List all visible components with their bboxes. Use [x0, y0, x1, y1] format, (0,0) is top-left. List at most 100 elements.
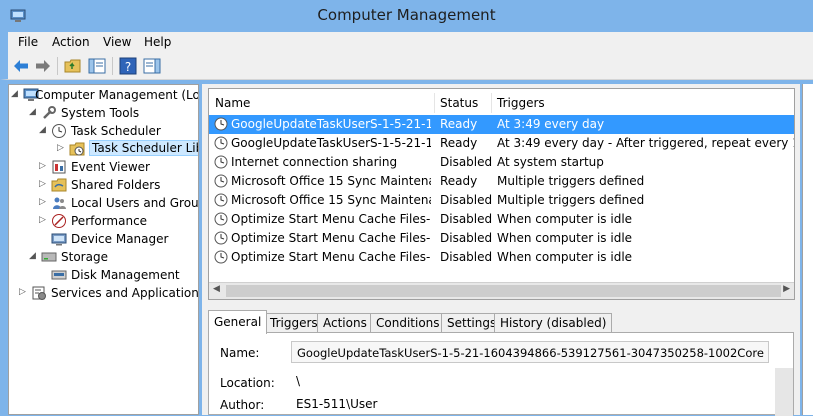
collapse-arrow-icon[interactable]: ◢: [29, 107, 39, 117]
column-divider[interactable]: [491, 93, 492, 113]
task-row[interactable]: Optimize Start Menu Cache Files-S-... Di…: [209, 248, 794, 267]
task-row[interactable]: GoogleUpdateTaskUserS-1-5-21-160... Read…: [209, 134, 794, 153]
tree-item-performance[interactable]: ▷ Performance: [39, 212, 198, 230]
back-arrow-icon[interactable]: [12, 57, 30, 75]
task-triggers: When computer is idle: [497, 212, 633, 226]
forward-arrow-icon[interactable]: [34, 57, 52, 75]
column-header-triggers[interactable]: Triggers: [497, 96, 545, 110]
task-clock-icon: [214, 155, 228, 169]
tree-label: Storage: [61, 250, 108, 264]
storage-icon: [41, 252, 57, 262]
folder-clock-icon: [69, 142, 85, 156]
tree-item-event-viewer[interactable]: ▷ Event Viewer: [39, 158, 198, 176]
tree-item-computer-management[interactable]: ◢ Computer Management (Local: [11, 86, 198, 104]
author-value: ES1-511\User: [296, 397, 378, 411]
task-status: Ready: [440, 117, 478, 131]
tree-item-device-manager[interactable]: Device Manager: [39, 230, 198, 248]
tab-general[interactable]: General: [208, 310, 268, 334]
column-header-status[interactable]: Status: [440, 96, 478, 110]
scrollbar-thumb[interactable]: [226, 285, 781, 297]
show-hide-console-tree-icon[interactable]: [88, 57, 106, 75]
expand-arrow-icon[interactable]: ▷: [39, 197, 49, 207]
title-bar: Computer Management: [0, 0, 813, 32]
expand-arrow-icon[interactable]: ▷: [57, 143, 67, 153]
collapse-arrow-icon[interactable]: ◢: [29, 251, 39, 261]
vertical-scrollbar[interactable]: [775, 368, 793, 416]
task-row[interactable]: Optimize Start Menu Cache Files-S-... Di…: [209, 210, 794, 229]
task-name: Optimize Start Menu Cache Files-S-...: [231, 250, 431, 264]
column-divider[interactable]: [434, 93, 435, 113]
tree-item-disk-management[interactable]: Disk Management: [39, 266, 198, 284]
main-pane: Name Status Triggers GoogleUpdateTaskUse…: [202, 84, 800, 416]
actions-pane[interactable]: [802, 84, 813, 415]
task-row[interactable]: Microsoft Office 15 Sync Maintenan... Di…: [209, 191, 794, 210]
task-row[interactable]: GoogleUpdateTaskUserS-1-5-21-160... Read…: [209, 115, 794, 134]
task-list-header: Name Status Triggers: [209, 93, 794, 113]
help-icon[interactable]: ?: [119, 57, 137, 75]
task-name-field[interactable]: GoogleUpdateTaskUserS-1-5-21-1604394866-…: [291, 341, 769, 363]
location-label: Location:: [220, 376, 275, 390]
tree-item-system-tools[interactable]: ◢ System Tools: [29, 104, 198, 122]
disk-management-icon: [51, 270, 67, 280]
tree-item-local-users-and-groups[interactable]: ▷ Local Users and Groups: [39, 194, 199, 212]
task-clock-icon: [214, 117, 228, 131]
toolbar-separator: [57, 57, 58, 75]
tree-label: Services and Applications: [51, 286, 199, 300]
tree-label: Performance: [71, 214, 148, 228]
tab-history[interactable]: History (disabled): [494, 313, 613, 333]
up-folder-icon[interactable]: [64, 57, 82, 75]
users-icon: [53, 197, 66, 209]
services-icon: [32, 286, 46, 300]
horizontal-scrollbar[interactable]: ◀ ▶: [209, 282, 794, 299]
task-name: Microsoft Office 15 Sync Maintenan...: [231, 174, 431, 188]
task-clock-icon: [214, 174, 228, 188]
task-properties-tabs: General Triggers Actions Conditions Sett…: [208, 310, 800, 334]
tab-triggers[interactable]: Triggers: [264, 313, 324, 333]
scroll-right-icon[interactable]: ▶: [783, 284, 790, 294]
tree-item-shared-folders[interactable]: ▷ Shared Folders: [39, 176, 198, 194]
toolbar-separator: [112, 57, 113, 75]
task-triggers: At 3:49 every day - After triggered, rep…: [497, 136, 794, 150]
tree-label: Disk Management: [71, 268, 180, 282]
task-clock-icon: [214, 193, 228, 207]
expand-arrow-icon[interactable]: ▷: [39, 161, 49, 171]
task-status: Disabled: [440, 193, 493, 207]
tree-label: Local Users and Groups: [71, 196, 199, 210]
task-status: Ready: [440, 174, 478, 188]
menu-view[interactable]: View: [103, 35, 131, 49]
collapse-arrow-icon[interactable]: ◢: [11, 89, 21, 99]
task-name: Microsoft Office 15 Sync Maintenan...: [231, 193, 431, 207]
expand-arrow-icon[interactable]: ▷: [39, 215, 49, 225]
expand-arrow-icon[interactable]: ▷: [19, 287, 29, 297]
tree-label: Task Scheduler: [71, 124, 161, 138]
tree-item-services-and-applications[interactable]: ▷ Services and Applications: [19, 284, 199, 302]
task-clock-icon: [214, 136, 228, 150]
tree-label: Task Scheduler Libra: [89, 140, 198, 156]
scroll-left-icon[interactable]: ◀: [213, 284, 220, 294]
console-tree[interactable]: ◢ Computer Management (Local ◢ System To…: [8, 84, 199, 415]
expand-arrow-icon[interactable]: ▷: [39, 179, 49, 189]
column-header-name[interactable]: Name: [215, 96, 250, 110]
tree-item-storage[interactable]: ◢ Storage: [29, 248, 198, 266]
show-hide-action-pane-icon[interactable]: [143, 57, 161, 75]
name-label: Name:: [220, 346, 260, 360]
menu-action[interactable]: Action: [52, 35, 90, 49]
task-name: Optimize Start Menu Cache Files-S-...: [231, 212, 431, 226]
tree-item-task-scheduler-library[interactable]: ▷ Task Scheduler Libra: [57, 140, 198, 158]
task-list[interactable]: Name Status Triggers GoogleUpdateTaskUse…: [208, 88, 795, 300]
task-row[interactable]: Microsoft Office 15 Sync Maintenan... Re…: [209, 172, 794, 191]
tree-item-task-scheduler[interactable]: ◢ Task Scheduler: [39, 122, 198, 140]
task-row[interactable]: Internet connection sharing Disabled At …: [209, 153, 794, 172]
task-row[interactable]: Optimize Start Menu Cache Files-S-... Di…: [209, 229, 794, 248]
task-status: Ready: [440, 136, 478, 150]
task-status: Disabled: [440, 250, 493, 264]
menu-file[interactable]: File: [18, 35, 38, 49]
tab-conditions[interactable]: Conditions: [370, 313, 446, 333]
tab-actions[interactable]: Actions: [317, 313, 373, 333]
toolbar: ?: [0, 52, 813, 80]
window-title: Computer Management: [317, 6, 496, 24]
task-name-value: GoogleUpdateTaskUserS-1-5-21-1604394866-…: [297, 346, 764, 360]
collapse-arrow-icon[interactable]: ◢: [39, 125, 49, 135]
menu-help[interactable]: Help: [144, 35, 171, 49]
task-clock-icon: [214, 231, 228, 245]
